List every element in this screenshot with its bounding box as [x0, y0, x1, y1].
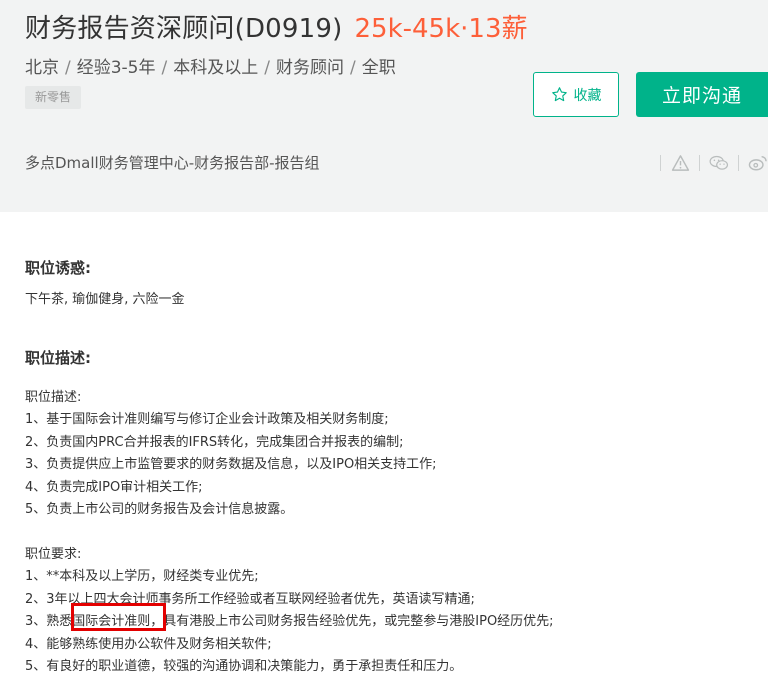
location: 北京	[25, 58, 59, 78]
description-item: 3、负责提供应上市监管要求的财务数据及信息，以及IPO相关支持工作;	[25, 457, 437, 472]
requirement-item: 5、有良好的职业道德，较强的沟通协调和决策能力，勇于承担责任和压力。	[25, 659, 463, 674]
title-row: 财务报告资深顾问(D0919) 25k-45k·13薪	[25, 8, 528, 45]
description-title: 职位描述:	[25, 349, 91, 367]
description-item: 1、基于国际会计准则编写与修订企业会计政策及相关财务制度;	[25, 412, 389, 427]
highlight-annotation-box	[71, 603, 166, 631]
job-title: 财务报告资深顾问(D0919)	[25, 14, 343, 44]
experience: 经验3-5年	[76, 58, 156, 78]
industry-tag: 新零售	[25, 86, 82, 109]
warning-icon[interactable]	[670, 153, 690, 173]
star-icon	[551, 87, 567, 102]
description-item: 2、负责国内PRC合并报表的IFRS转化，完成集团合并报表的编制;	[25, 435, 404, 450]
requirement-item: 4、能够熟练使用办公软件及财务相关软件;	[25, 637, 272, 652]
divider	[738, 155, 739, 171]
favorite-button[interactable]: 收藏	[533, 72, 619, 117]
requirements-heading: 职位要求:	[25, 547, 82, 562]
meta-separator: /	[161, 58, 168, 78]
share-icons	[660, 152, 768, 174]
job-header: 财务报告资深顾问(D0919) 25k-45k·13薪 北京 / 经验3-5年 / 本科…	[0, 0, 768, 212]
job-category: 财务顾问	[275, 58, 344, 78]
description-item: 5、负责上市公司的财务报告及会计信息披露。	[25, 502, 294, 517]
department: 多点Dmall财务管理中心-财务报告部-报告组	[25, 154, 320, 172]
description-heading: 职位描述:	[25, 390, 82, 405]
weibo-icon[interactable]	[748, 153, 768, 173]
benefits-text: 下午茶, 瑜伽健身, 六险一金	[25, 292, 185, 307]
divider	[699, 155, 700, 171]
education: 本科及以上	[173, 58, 259, 78]
job-type: 全职	[361, 58, 396, 78]
chat-now-button[interactable]: 立即沟通	[636, 72, 768, 117]
favorite-label: 收藏	[573, 87, 602, 104]
salary: 25k-45k·13薪	[354, 14, 528, 44]
divider	[660, 155, 661, 171]
requirement-item: 1、**本科及以上学历，财经类专业优先;	[25, 569, 259, 584]
meta-separator: /	[349, 58, 356, 78]
meta-separator: /	[65, 58, 71, 78]
meta-separator: /	[264, 58, 270, 78]
description-item: 4、负责完成IPO审计相关工作;	[25, 480, 203, 495]
job-meta: 北京 / 经验3-5年 / 本科及以上 / 财务顾问 / 全职	[25, 53, 396, 78]
wechat-icon[interactable]	[709, 153, 729, 173]
benefits-title: 职位诱惑:	[25, 259, 91, 277]
